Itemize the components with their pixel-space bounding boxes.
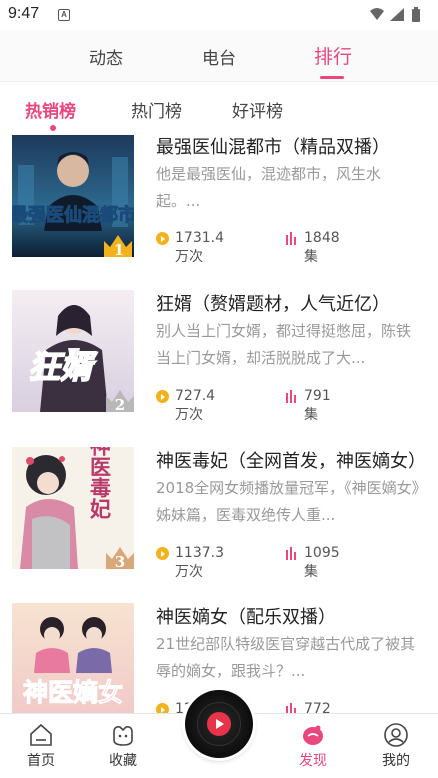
battery-icon [412, 9, 420, 22]
cover-title-text: 神医毒妃 [88, 447, 113, 520]
nav-profile[interactable]: 我的 [366, 722, 426, 770]
ranking-list: 最强医仙混都市 1 最强医仙混都市（精品双播） 他是最强医仙，混迹都市，风生水起… [0, 133, 438, 713]
episodes-icon [286, 547, 296, 560]
item-description: 他是最强医仙，混迹都市，风生水起。... [156, 165, 382, 210]
nav-discover-label: 发现 [299, 753, 327, 769]
rank-number: 2 [115, 396, 125, 412]
cover-title-text: 狂婿 [28, 348, 98, 386]
play-icon [207, 712, 231, 736]
item-title: 最强医仙混都市（精品双播） [156, 137, 390, 158]
player-disc-button[interactable] [185, 690, 253, 758]
subtab-top-rated[interactable]: 好评榜 [232, 97, 283, 122]
tab-radio[interactable]: 电台 [202, 44, 236, 69]
nav-discover[interactable]: 发现 [283, 722, 343, 770]
nav-profile-label: 我的 [382, 753, 410, 769]
cover-title-text: 最强医仙混都市 [12, 204, 134, 226]
play-count-icon [156, 390, 169, 403]
play-count-icon [156, 547, 169, 560]
play-count: 1731.4万次 [175, 230, 224, 265]
status-bar: 9:47 A [0, 0, 438, 30]
book-cover[interactable]: 狂婿 2 [12, 290, 134, 412]
episodes-icon [286, 232, 296, 245]
episodes-icon [286, 390, 296, 403]
item-title: 神医嫡女（配乐双播） [156, 607, 336, 628]
signal-icon [390, 8, 404, 21]
book-cover[interactable]: 最强医仙混都市 1 [12, 135, 134, 257]
nav-favorites[interactable]: 收藏 [93, 722, 153, 770]
episode-count: 1848集 [304, 230, 340, 265]
list-item[interactable]: 最强医仙混都市 1 最强医仙混都市（精品双播） 他是最强医仙，混迹都市，风生水起… [0, 133, 438, 283]
rank-number: 3 [115, 553, 125, 569]
episode-count: 1095集 [304, 545, 340, 580]
item-description: 2018全网女频播放量冠军，《神医嫡女》姊妹篇，医毒双绝传人重... [156, 479, 420, 524]
episodes-icon [286, 703, 296, 713]
play-count: 1137.3万次 [175, 545, 224, 580]
list-item[interactable]: 狂婿 2 狂婿（赘婿题材，人气近亿） 别人当上门女婿，都过得挺憋屈，陈铁当上门女… [0, 290, 438, 440]
nav-home-label: 首页 [27, 753, 55, 769]
cover-title-text: 神医嫡女 [23, 678, 123, 707]
system-status-icons [370, 7, 420, 22]
play-count: 727.4万次 [175, 388, 216, 423]
notification-a-icon: A [58, 9, 70, 21]
discover-icon [303, 725, 323, 745]
ranking-sub-tabs: 热销榜 热门榜 好评榜 [0, 83, 438, 133]
profile-icon [384, 723, 408, 747]
book-cover[interactable]: 神医嫡女 [12, 603, 134, 713]
favorites-icon [113, 726, 133, 746]
item-description: 别人当上门女婿，都过得挺憋屈，陈铁当上门女婿，却活脱脱成了大... [156, 322, 412, 367]
home-icon [30, 723, 52, 746]
book-cover[interactable]: 神医毒妃 3 [12, 447, 134, 569]
item-title: 神医毒妃（全网首发，神医嫡女） [156, 451, 426, 472]
top-tab-bar: 动态 电台 排行 [0, 30, 438, 82]
play-count-icon [156, 703, 169, 713]
subtab-popular[interactable]: 热门榜 [131, 97, 182, 122]
play-count-icon [156, 232, 169, 245]
tab-dynamics[interactable]: 动态 [89, 44, 123, 69]
episode-count: 772集 [304, 701, 331, 713]
list-item[interactable]: 神医毒妃 3 神医毒妃（全网首发，神医嫡女） 2018全网女频播放量冠军，《神医… [0, 447, 438, 597]
wifi-icon [370, 8, 384, 20]
episode-count: 791集 [304, 388, 331, 423]
item-description: 21世纪部队特级医官穿越古代成了被其辱的嫡女，跟我斗？... [156, 635, 416, 680]
rank-number: 1 [114, 241, 124, 257]
item-title: 狂婿（赘婿题材，人气近亿） [156, 294, 390, 315]
nav-favorites-label: 收藏 [109, 753, 137, 769]
active-subtab-dot [50, 125, 56, 131]
status-time: 9:47 [8, 5, 40, 22]
tab-rankings[interactable]: 排行 [314, 42, 352, 69]
nav-home[interactable]: 首页 [11, 722, 71, 770]
active-tab-indicator [320, 76, 344, 79]
subtab-bestseller[interactable]: 热销榜 [25, 97, 76, 122]
